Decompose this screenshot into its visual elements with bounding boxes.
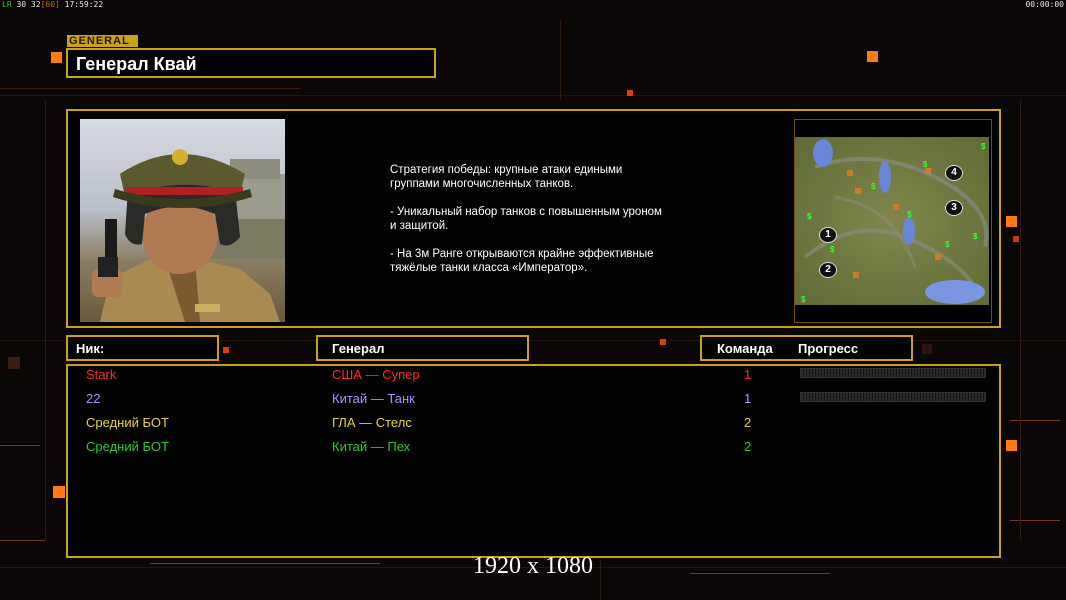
map-start-position-2: 2 [819, 262, 837, 278]
general-portrait [80, 119, 285, 322]
team-header-label: Команда [717, 341, 773, 356]
map-preview[interactable]: 1 2 3 4 $ $ $ $ $ $ $ $ $ [794, 119, 992, 323]
map-cash-marker: $ [830, 245, 835, 254]
player-nick: 22 [86, 391, 101, 406]
map-structure [893, 204, 899, 210]
map-start-position-3: 3 [945, 200, 963, 216]
map-structure [935, 254, 941, 260]
nick-header: Ник: [66, 335, 219, 361]
progress-header-label: Прогресс [798, 341, 859, 356]
player-nick: Средний БОТ [86, 415, 169, 430]
player-nick: Средний БОТ [86, 439, 169, 454]
map-structure [847, 170, 853, 176]
map-structure [925, 168, 931, 174]
fps-readout: LR 30 32[60] 17:59:22 [2, 0, 104, 9]
general-title-panel: Генерал Квай [66, 48, 436, 78]
resolution-label: 1920 x 1080 [473, 553, 593, 579]
player-team: 2 [744, 439, 752, 454]
top-status-bar: LR 30 32[60] 17:59:22 00:00:00 [0, 0, 1066, 10]
map-start-position-4: 4 [945, 165, 963, 181]
map-start-position-1: 1 [819, 227, 837, 243]
map-structure [855, 188, 861, 194]
player-team: 2 [744, 415, 752, 430]
general-header-label: Генерал [332, 341, 385, 356]
player-progress-bar [800, 392, 986, 402]
players-list: Stark США — Супер 1 22 Китай — Танк 1 Ср… [66, 364, 1001, 558]
map-cash-marker: $ [801, 295, 806, 304]
player-general: ГЛА — Стелс [332, 415, 412, 430]
map-cash-marker: $ [973, 232, 978, 241]
general-tag-label: GENERAL [67, 35, 138, 47]
player-team: 1 [744, 367, 752, 382]
map-cash-marker: $ [907, 210, 912, 219]
general-header: Генерал [316, 335, 529, 361]
map-structure [853, 272, 859, 278]
map-cash-marker: $ [871, 182, 876, 191]
player-general: США — Супер [332, 367, 420, 382]
player-nick: Stark [86, 367, 117, 382]
player-progress-bar [800, 368, 986, 378]
general-name: Генерал Квай [76, 54, 197, 74]
general-description: Стратегия победы: крупные атаки едиными … [390, 164, 662, 274]
map-cash-marker: $ [807, 212, 812, 221]
team-progress-header: Команда Прогресс [700, 335, 913, 361]
nick-header-label: Ник: [76, 341, 105, 356]
general-info-panel: Стратегия победы: крупные атаки едиными … [66, 109, 1001, 328]
map-cash-marker: $ [981, 142, 986, 151]
game-timer: 00:00:00 [1025, 0, 1064, 9]
map-cash-marker: $ [945, 240, 950, 249]
player-team: 1 [744, 391, 752, 406]
player-general: Китай — Танк [332, 391, 415, 406]
player-general: Китай — Пех [332, 439, 411, 454]
